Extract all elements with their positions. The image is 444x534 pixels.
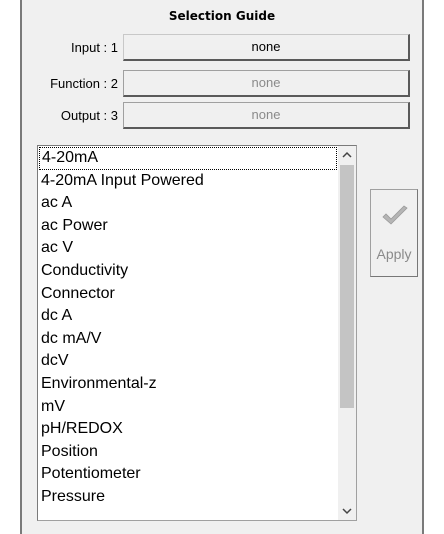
list-item[interactable]: Potentiometer — [39, 463, 337, 486]
input-label: Input : 1 — [71, 40, 118, 55]
list-item[interactable]: dc A — [39, 305, 337, 328]
chevron-up-icon[interactable] — [338, 146, 356, 164]
list-item[interactable]: dc mA/V — [39, 328, 337, 351]
list-item[interactable]: Pressure — [39, 486, 337, 509]
input-row: Input : 1 none — [22, 33, 422, 63]
list-item[interactable]: Conductivity — [39, 260, 337, 283]
output-label: Output : 3 — [60, 108, 118, 123]
list-item[interactable]: ac Power — [39, 215, 337, 238]
scrollbar-thumb[interactable] — [340, 165, 354, 408]
apply-label: Apply — [376, 246, 412, 262]
checkmark-icon — [382, 205, 408, 225]
list-item[interactable]: Environmental-z — [39, 373, 337, 396]
type-listbox[interactable]: 4-20mA 4-20mA Input Powered ac A ac Powe… — [37, 145, 357, 521]
function-row: Function : 2 none — [22, 69, 422, 99]
list-item[interactable]: Position — [39, 441, 337, 464]
list-item[interactable]: ac A — [39, 192, 337, 215]
list-item[interactable]: mV — [39, 396, 337, 419]
selection-guide-panel: Selection Guide Input : 1 none Function … — [20, 0, 424, 534]
type-list: 4-20mA 4-20mA Input Powered ac A ac Powe… — [39, 147, 337, 509]
input-field[interactable]: none — [123, 34, 410, 61]
chevron-down-icon[interactable] — [338, 502, 356, 520]
panel-title: Selection Guide — [168, 9, 276, 23]
list-item[interactable]: pH/REDOX — [39, 418, 337, 441]
list-item[interactable]: Connector — [39, 283, 337, 306]
list-item[interactable]: 4-20mA Input Powered — [39, 170, 337, 193]
function-field[interactable]: none — [123, 70, 410, 97]
output-field[interactable]: none — [123, 102, 410, 129]
vertical-scrollbar[interactable] — [338, 146, 356, 520]
apply-button[interactable]: Apply — [370, 189, 418, 277]
output-row: Output : 3 none — [22, 101, 422, 131]
list-item[interactable]: ac V — [39, 237, 337, 260]
list-item[interactable]: dcV — [39, 350, 337, 373]
function-label: Function : 2 — [50, 76, 118, 91]
list-item[interactable]: 4-20mA — [39, 147, 337, 170]
